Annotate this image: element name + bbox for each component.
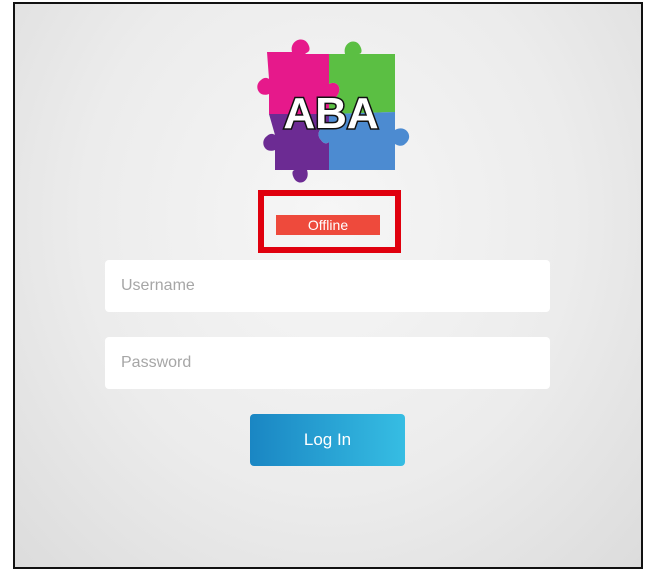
username-input[interactable] [105,260,550,312]
password-input[interactable] [105,337,550,389]
logo-text: ABA [283,89,378,138]
login-screen: ABA Offline Log In [13,2,643,569]
status-badge: Offline [276,215,380,235]
puzzle-icon: ABA [257,39,410,183]
aba-puzzle-logo: ABA [247,24,412,194]
login-button[interactable]: Log In [250,414,405,466]
